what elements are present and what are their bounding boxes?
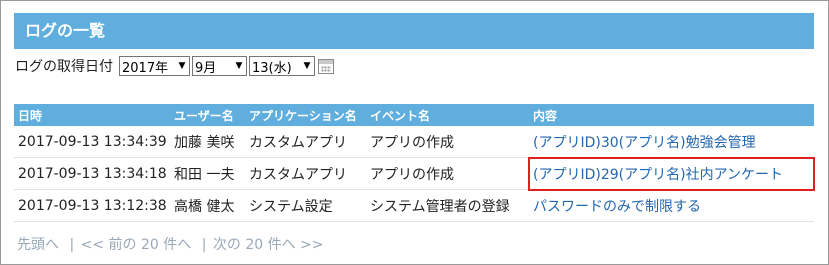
chevron-down-icon: ▼	[178, 61, 186, 71]
table-row: 2017-09-13 13:34:39 加藤 美咲 カスタムアプリ アプリの作成…	[14, 126, 814, 158]
date-filter: ログの取得日付 2017年 ▼ 9月 ▼ 13(水) ▼	[15, 55, 334, 77]
cell-user: 高橋 健太	[170, 189, 245, 222]
year-select-value: 2017年	[122, 60, 169, 76]
cell-content-highlighted: (アプリID)29(アプリ名)社内アンケート	[528, 156, 815, 191]
cell-event: アプリの作成	[366, 157, 529, 190]
date-filter-label: ログの取得日付	[15, 59, 113, 75]
cell-content: (アプリID)30(アプリ名)勉強会管理	[529, 126, 814, 158]
table-header-row: 日時 ユーザー名 アプリケーション名 イベント名 内容	[14, 104, 814, 126]
chevron-down-icon: ▼	[303, 61, 311, 71]
table-row: 2017-09-13 13:34:18 和田 一夫 カスタムアプリ アプリの作成…	[14, 156, 815, 191]
month-select-value: 9月	[195, 60, 217, 76]
page-title: ログの一覧	[14, 13, 814, 49]
content-link[interactable]: パスワードのみで制限する	[533, 199, 701, 215]
column-header-app: アプリケーション名	[245, 104, 366, 126]
cell-event: アプリの作成	[366, 126, 529, 158]
day-select[interactable]: 13(水) ▼	[249, 56, 315, 76]
cell-datetime: 2017-09-13 13:34:39	[14, 126, 170, 158]
column-header-user: ユーザー名	[170, 104, 245, 126]
content-link[interactable]: (アプリID)29(アプリ名)社内アンケート	[533, 167, 783, 183]
cell-event: システム管理者の登録	[366, 189, 529, 222]
cell-content: パスワードのみで制限する	[529, 189, 814, 222]
log-table: 日時 ユーザー名 アプリケーション名 イベント名 内容 2017-09-13 1…	[14, 104, 815, 222]
content-link[interactable]: (アプリID)30(アプリ名)勉強会管理	[533, 135, 756, 151]
month-select[interactable]: 9月 ▼	[192, 56, 247, 76]
year-select[interactable]: 2017年 ▼	[119, 56, 190, 76]
column-header-content: 内容	[529, 104, 814, 126]
chevron-down-icon: ▼	[235, 61, 243, 71]
pagination: 先頭へ | << 前の 20 件へ | 次の 20 件へ >>	[17, 234, 326, 254]
column-header-event: イベント名	[366, 104, 529, 126]
day-select-value: 13(水)	[252, 60, 292, 76]
table-row: 2017-09-13 13:12:38 高橋 健太 システム設定 システム管理者…	[14, 189, 814, 222]
cell-app: カスタムアプリ	[245, 157, 366, 190]
calendar-icon[interactable]	[318, 58, 334, 74]
pager-separator: |	[201, 237, 207, 253]
cell-app: システム設定	[245, 189, 366, 222]
pager-next: 次の 20 件へ >>	[212, 237, 324, 253]
column-header-datetime: 日時	[14, 104, 170, 126]
pager-separator: |	[69, 237, 75, 253]
cell-user: 和田 一夫	[170, 157, 245, 190]
pager-first: 先頭へ	[17, 237, 59, 253]
cell-datetime: 2017-09-13 13:12:38	[14, 189, 170, 222]
log-list-panel: ログの一覧 ログの取得日付 2017年 ▼ 9月 ▼ 13(水) ▼ 日時 ユー…	[0, 0, 829, 265]
cell-datetime: 2017-09-13 13:34:18	[14, 157, 170, 190]
pager-prev: << 前の 20 件へ	[80, 237, 192, 253]
cell-user: 加藤 美咲	[170, 126, 245, 158]
cell-app: カスタムアプリ	[245, 126, 366, 158]
